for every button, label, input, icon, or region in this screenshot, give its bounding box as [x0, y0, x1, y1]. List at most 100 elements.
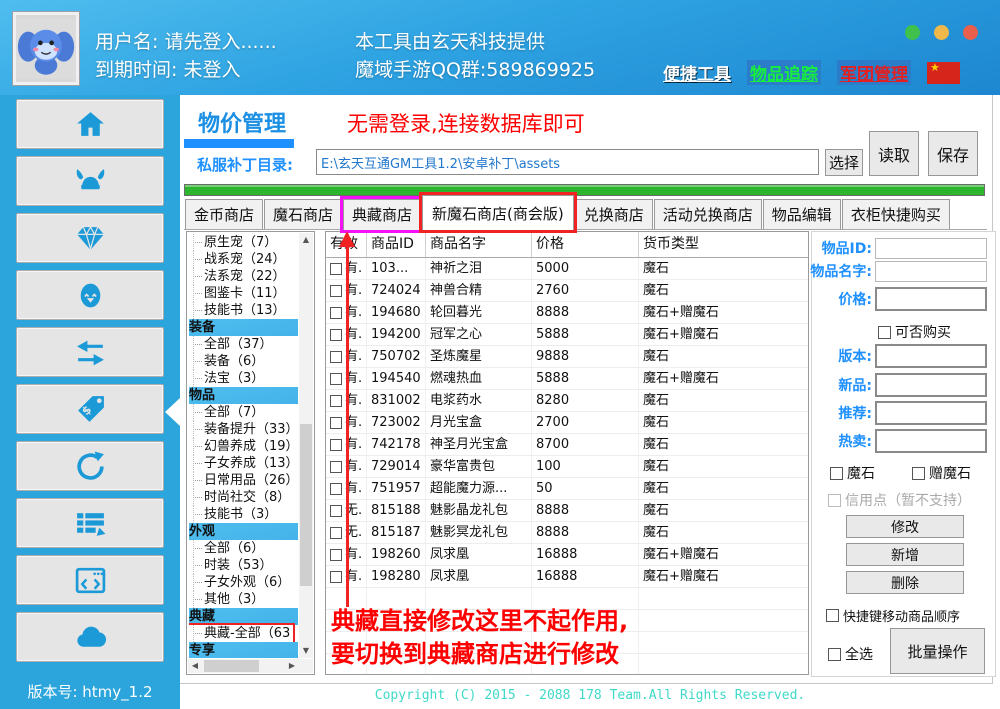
- recommend-input[interactable]: [875, 401, 987, 425]
- scroll-left-icon[interactable]: ◀: [188, 659, 202, 673]
- tab-moshi-shop[interactable]: 魔石商店: [264, 199, 342, 230]
- row-checkbox[interactable]: [330, 417, 342, 429]
- delete-button[interactable]: 删除: [846, 571, 964, 594]
- sidebar-button-price-tag[interactable]: $: [16, 384, 164, 434]
- table-row[interactable]: 有.198260凤求凰16888魔石+赠魔石: [326, 544, 808, 566]
- read-button[interactable]: 读取: [869, 131, 919, 176]
- tree-vertical-scrollbar[interactable]: ▲ ▼: [299, 233, 313, 658]
- tab-collection-shop[interactable]: 典藏商店: [343, 199, 421, 230]
- tree-item[interactable]: 时装（53）: [189, 557, 298, 574]
- column-header[interactable]: 货币类型: [639, 232, 808, 257]
- table-row[interactable]: 有.194540燃魂热血5888魔石+赠魔石: [326, 368, 808, 390]
- table-row[interactable]: 无.815187魅影冥龙礼包8888魔石: [326, 522, 808, 544]
- save-button[interactable]: 保存: [928, 131, 978, 176]
- tab-new-moshi-shop[interactable]: 新魔石商店(商会版): [422, 195, 574, 230]
- tree-item[interactable]: 图鉴卡（11）: [189, 285, 298, 302]
- tree-item[interactable]: 子女养成（13）: [189, 455, 298, 472]
- sidebar-button-code[interactable]: [16, 555, 164, 605]
- table-row[interactable]: 有.723002月光宝盒2700魔石: [326, 412, 808, 434]
- column-header[interactable]: 商品ID: [367, 232, 426, 257]
- scroll-right-icon[interactable]: ▶: [285, 659, 299, 673]
- table-row[interactable]: 有.750702圣炼魔星9888魔石: [326, 346, 808, 368]
- modify-button[interactable]: 修改: [846, 515, 964, 538]
- row-checkbox[interactable]: [330, 351, 342, 363]
- version-input[interactable]: [875, 344, 987, 368]
- scroll-up-icon[interactable]: ▲: [299, 233, 313, 247]
- tree-item[interactable]: 原生宠（7）: [189, 234, 298, 251]
- row-checkbox[interactable]: [330, 307, 342, 319]
- hot-input[interactable]: [875, 429, 987, 453]
- sidebar-button-helmet[interactable]: [16, 156, 164, 206]
- row-checkbox[interactable]: [330, 329, 342, 341]
- column-header[interactable]: 有效: [326, 232, 367, 257]
- tree-group-header[interactable]: 装备: [189, 319, 298, 336]
- tree-item[interactable]: 战系宠（24）: [189, 251, 298, 268]
- table-row[interactable]: 有.751957超能魔力源...50魔石: [326, 478, 808, 500]
- table-row[interactable]: 有.194200冠军之心5888魔石+赠魔石: [326, 324, 808, 346]
- tree-item[interactable]: 法宝（3）: [189, 370, 298, 387]
- table-row[interactable]: 有.724024神兽合精2760魔石: [326, 280, 808, 302]
- tree-horizontal-scrollbar[interactable]: ◀ ▶: [188, 659, 313, 673]
- sidebar-button-table-edit[interactable]: [16, 498, 164, 548]
- price-input[interactable]: [875, 287, 987, 311]
- new-input[interactable]: [875, 373, 987, 397]
- sidebar-button-pet[interactable]: [16, 270, 164, 320]
- tab-activity-exchange-shop[interactable]: 活动兑换商店: [654, 199, 762, 230]
- table-row[interactable]: 有.742178神圣月光宝盒8700魔石: [326, 434, 808, 456]
- tab-wardrobe-quick-buy[interactable]: 衣柜快捷购买: [842, 199, 950, 230]
- batch-operation-button[interactable]: 批量操作: [890, 628, 985, 674]
- tab-gold-shop[interactable]: 金币商店: [185, 199, 263, 230]
- row-checkbox[interactable]: [330, 483, 342, 495]
- sidebar-button-swap[interactable]: [16, 327, 164, 377]
- tree-item[interactable]: 全部（37）: [189, 336, 298, 353]
- tree-item[interactable]: 其他（3）: [189, 591, 298, 608]
- nav-quick-tools[interactable]: 便捷工具: [663, 60, 731, 85]
- purchasable-checkbox[interactable]: [878, 326, 891, 339]
- moshi-checkbox[interactable]: [830, 467, 843, 480]
- scrollbar-thumb[interactable]: [204, 660, 259, 672]
- tree-group-header[interactable]: 物品: [189, 387, 298, 404]
- scroll-down-icon[interactable]: ▼: [299, 644, 313, 658]
- sidebar-button-cloud[interactable]: [16, 612, 164, 662]
- nav-legion-manage[interactable]: 军团管理: [837, 60, 911, 85]
- item-id-input[interactable]: [875, 238, 987, 259]
- row-checkbox[interactable]: [330, 571, 342, 583]
- tree-item[interactable]: 技能书（3）: [189, 506, 298, 523]
- item-name-input[interactable]: [875, 261, 987, 282]
- tree-item[interactable]: 时尚社交（8）: [189, 489, 298, 506]
- sidebar-button-refresh[interactable]: [16, 441, 164, 491]
- scrollbar-thumb[interactable]: [300, 424, 312, 586]
- table-row[interactable]: 有.729014豪华富贵包100魔石: [326, 456, 808, 478]
- gift-moshi-checkbox[interactable]: [912, 467, 925, 480]
- sidebar-button-gem[interactable]: [16, 213, 164, 263]
- column-header[interactable]: 价格: [532, 232, 639, 257]
- column-header[interactable]: 商品名字: [426, 232, 532, 257]
- tree-item[interactable]: 典藏-全部（63: [189, 625, 293, 642]
- table-row[interactable]: 无.815188魅影晶龙礼包8888魔石: [326, 500, 808, 522]
- row-checkbox[interactable]: [330, 439, 342, 451]
- tree-item[interactable]: 子女外观（6）: [189, 574, 298, 591]
- tree-item[interactable]: 法系宠（22）: [189, 268, 298, 285]
- row-checkbox[interactable]: [330, 263, 342, 275]
- add-button[interactable]: 新增: [846, 543, 964, 566]
- tree-item[interactable]: 装备提升（33）: [189, 421, 298, 438]
- tree-item[interactable]: 全部（7）: [189, 404, 298, 421]
- tree-group-header[interactable]: 典藏: [189, 608, 298, 625]
- tree-item[interactable]: 全部（6）: [189, 540, 298, 557]
- select-all-checkbox[interactable]: [828, 648, 841, 661]
- row-checkbox[interactable]: [330, 285, 342, 297]
- tree-item[interactable]: 装备（6）: [189, 353, 298, 370]
- row-checkbox[interactable]: [330, 505, 342, 517]
- table-row[interactable]: 有.103...神祈之泪5000魔石: [326, 258, 808, 280]
- sidebar-button-home[interactable]: [16, 99, 164, 149]
- patch-dir-input[interactable]: [316, 149, 819, 175]
- row-checkbox[interactable]: [330, 527, 342, 539]
- table-row[interactable]: 有.198280凤求凰16888魔石+赠魔石: [326, 566, 808, 588]
- tree-item[interactable]: 幻兽养成（19）: [189, 438, 298, 455]
- table-row[interactable]: 有.831002电浆药水8280魔石: [326, 390, 808, 412]
- tree-group-header[interactable]: 外观: [189, 523, 298, 540]
- tree-item[interactable]: 技能书（13）: [189, 302, 298, 319]
- tree-group-header[interactable]: 专享: [189, 642, 298, 658]
- choose-button[interactable]: 选择: [825, 149, 863, 176]
- tree-item[interactable]: 日常用品（26）: [189, 472, 298, 489]
